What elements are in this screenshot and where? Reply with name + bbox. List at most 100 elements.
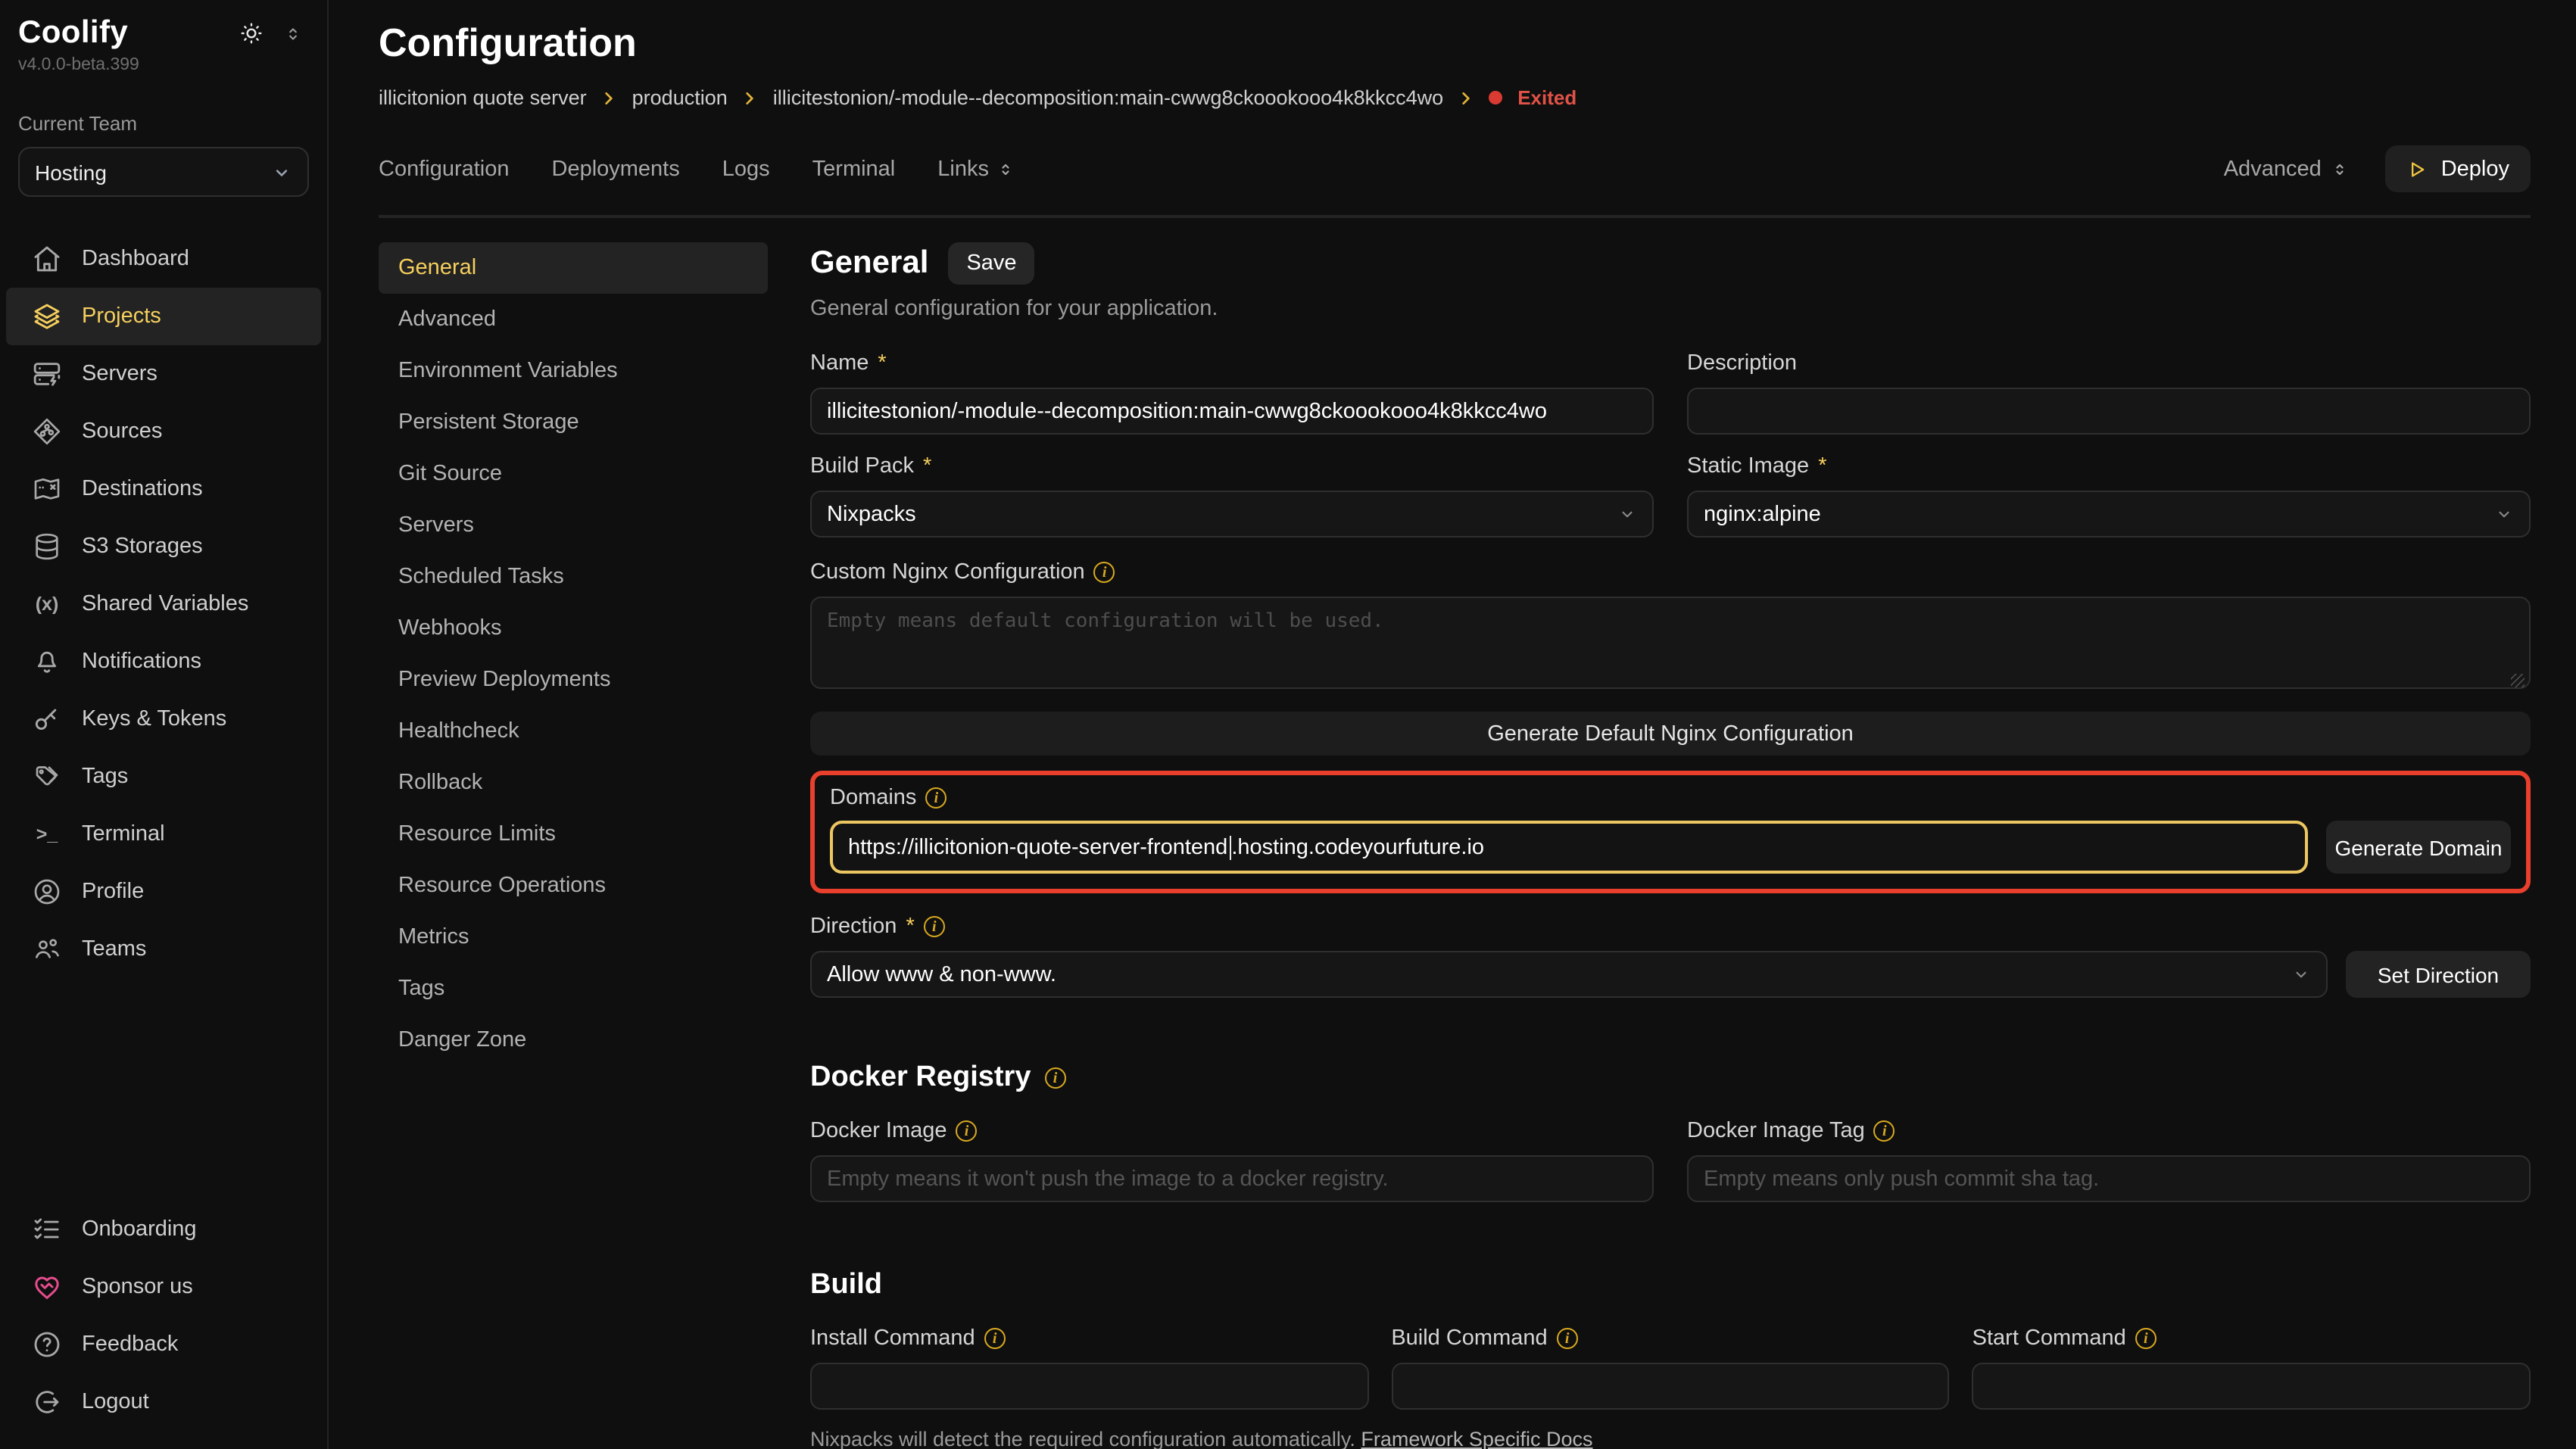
tabbar: Configuration Deployments Logs Terminal … [379,145,2531,192]
logout-icon [32,1387,62,1417]
description-input[interactable] [1687,388,2531,435]
install-command-field: Install Commandi [810,1326,1368,1410]
docker-image-input[interactable] [810,1155,1654,1202]
generate-nginx-button[interactable]: Generate Default Nginx Configuration [810,712,2531,756]
advanced-dropdown[interactable]: Advanced [2224,157,2349,181]
sidebar-footer: Onboarding Sponsor us Feedback Logout [0,1201,326,1431]
docker-image-tag-input[interactable] [1687,1155,2531,1202]
subnav-item-general[interactable]: General [379,242,768,294]
build-heading: Build [810,1269,882,1302]
build-pack-select[interactable]: Nixpacks [810,491,1654,538]
domains-input[interactable]: https://illicitonion-quote-server-fronte… [830,821,2308,874]
subnav-item-advanced[interactable]: Advanced [379,294,768,345]
subnav-item-persistent-storage[interactable]: Persistent Storage [379,397,768,448]
info-icon[interactable]: i [925,787,947,809]
subnav-item-tags[interactable]: Tags [379,963,768,1014]
sidebar-item-logout[interactable]: Logout [0,1373,326,1431]
sidebar-item-tags[interactable]: Tags [0,748,327,806]
description-field: Description [1687,351,2531,435]
subnav-item-scheduled-tasks[interactable]: Scheduled Tasks [379,551,768,603]
docker-image-label: Docker Image [810,1119,947,1143]
sidebar-item-onboarding[interactable]: Onboarding [0,1201,326,1258]
tab-links[interactable]: Links [937,157,1015,181]
info-icon[interactable]: i [1557,1328,1578,1349]
sidebar-item-notifications[interactable]: Notifications [0,633,327,690]
direction-label: Direction [810,915,897,939]
tab-configuration[interactable]: Configuration [379,157,510,181]
info-icon[interactable]: i [1874,1120,1895,1142]
generate-domain-button[interactable]: Generate Domain [2326,821,2511,874]
sidebar-item-sources[interactable]: Sources [0,403,327,460]
team-select[interactable]: Hosting [18,147,309,197]
info-icon[interactable]: i [1044,1067,1065,1089]
info-icon[interactable]: i [956,1120,978,1142]
sidebar-item-projects[interactable]: Projects [6,288,321,345]
sidebar-item-label: Tags [82,765,128,789]
required-asterisk: * [1818,454,1826,478]
subnav-item-healthcheck[interactable]: Healthcheck [379,706,768,757]
static-image-select[interactable]: nginx:alpine [1687,491,2531,538]
breadcrumb-environment[interactable]: production [632,86,728,109]
sidebar-item-dashboard[interactable]: Dashboard [0,230,327,288]
info-icon[interactable]: i [924,916,945,937]
subnav-item-preview-deployments[interactable]: Preview Deployments [379,654,768,706]
name-input[interactable] [810,388,1654,435]
breadcrumb-project[interactable]: illicitonion quote server [379,86,587,109]
install-command-input[interactable] [810,1363,1368,1410]
domains-value-before-caret: https://illicitonion-quote-server-fronte… [848,835,1227,859]
current-team-label: Current Team [18,112,309,135]
sidebar-item-teams[interactable]: Teams [0,921,327,978]
sidebar-item-terminal[interactable]: >_ Terminal [0,806,327,863]
subnav-item-metrics[interactable]: Metrics [379,911,768,963]
subnav-item-resource-operations[interactable]: Resource Operations [379,860,768,911]
tab-deployments[interactable]: Deployments [552,157,680,181]
start-command-input[interactable] [1973,1363,2531,1410]
version-switch-chevrons-icon[interactable] [283,23,303,43]
direction-select[interactable]: Allow www & non-www. [810,951,2328,998]
framework-docs-link[interactable]: Framework Specific Docs [1361,1428,1592,1449]
sidebar-item-servers[interactable]: Servers [0,345,327,403]
subnav-item-servers[interactable]: Servers [379,500,768,551]
sidebar-item-shared-variables[interactable]: (x) Shared Variables [0,575,327,633]
chevron-down-icon [2494,504,2514,524]
set-direction-button[interactable]: Set Direction [2346,951,2531,998]
checklist-icon [32,1214,62,1245]
sidebar-item-label: Sponsor us [82,1275,193,1299]
sidebar-item-profile[interactable]: Profile [0,863,327,921]
subnav-item-environment-variables[interactable]: Environment Variables [379,345,768,397]
subnav-item-resource-limits[interactable]: Resource Limits [379,809,768,860]
info-icon[interactable]: i [984,1328,1006,1349]
build-command-field: Build Commandi [1391,1326,1949,1410]
theme-sun-icon[interactable] [239,21,264,45]
tab-logs[interactable]: Logs [722,157,770,181]
tabbar-divider [379,215,2531,218]
sidebar-item-label: S3 Storages [82,534,203,559]
sidebar-item-label: Projects [82,304,161,329]
subnav-item-danger-zone[interactable]: Danger Zone [379,1014,768,1066]
tab-terminal[interactable]: Terminal [812,157,896,181]
sidebar-item-label: Dashboard [82,247,189,271]
custom-nginx-textarea[interactable] [810,597,2531,689]
build-pack-label: Build Pack [810,454,914,478]
subnav-item-rollback[interactable]: Rollback [379,757,768,809]
save-button[interactable]: Save [948,242,1034,285]
info-icon[interactable]: i [2135,1328,2157,1349]
resize-handle[interactable] [2511,674,2525,687]
static-image-field: Static Image* nginx:alpine [1687,454,2531,538]
sidebar-item-s3-storages[interactable]: S3 Storages [0,518,327,575]
breadcrumb-application[interactable]: illicitestonion/-module--decomposition:m… [773,86,1443,109]
sidebar-item-label: Profile [82,880,144,904]
heart-handshake-icon [32,1272,62,1302]
deploy-button[interactable]: Deploy [2385,145,2531,192]
sidebar-item-sponsor-us[interactable]: Sponsor us [0,1258,326,1316]
chevrons-up-down-icon [2331,160,2349,178]
subnav-item-git-source[interactable]: Git Source [379,448,768,500]
subnav-item-webhooks[interactable]: Webhooks [379,603,768,654]
server-icon [32,359,62,389]
sidebar-item-destinations[interactable]: Destinations [0,460,327,518]
build-command-input[interactable] [1391,1363,1949,1410]
sidebar-item-feedback[interactable]: Feedback [0,1316,326,1373]
sidebar-item-label: Sources [82,419,162,444]
info-icon[interactable]: i [1094,562,1115,583]
sidebar-item-keys-tokens[interactable]: Keys & Tokens [0,690,327,748]
